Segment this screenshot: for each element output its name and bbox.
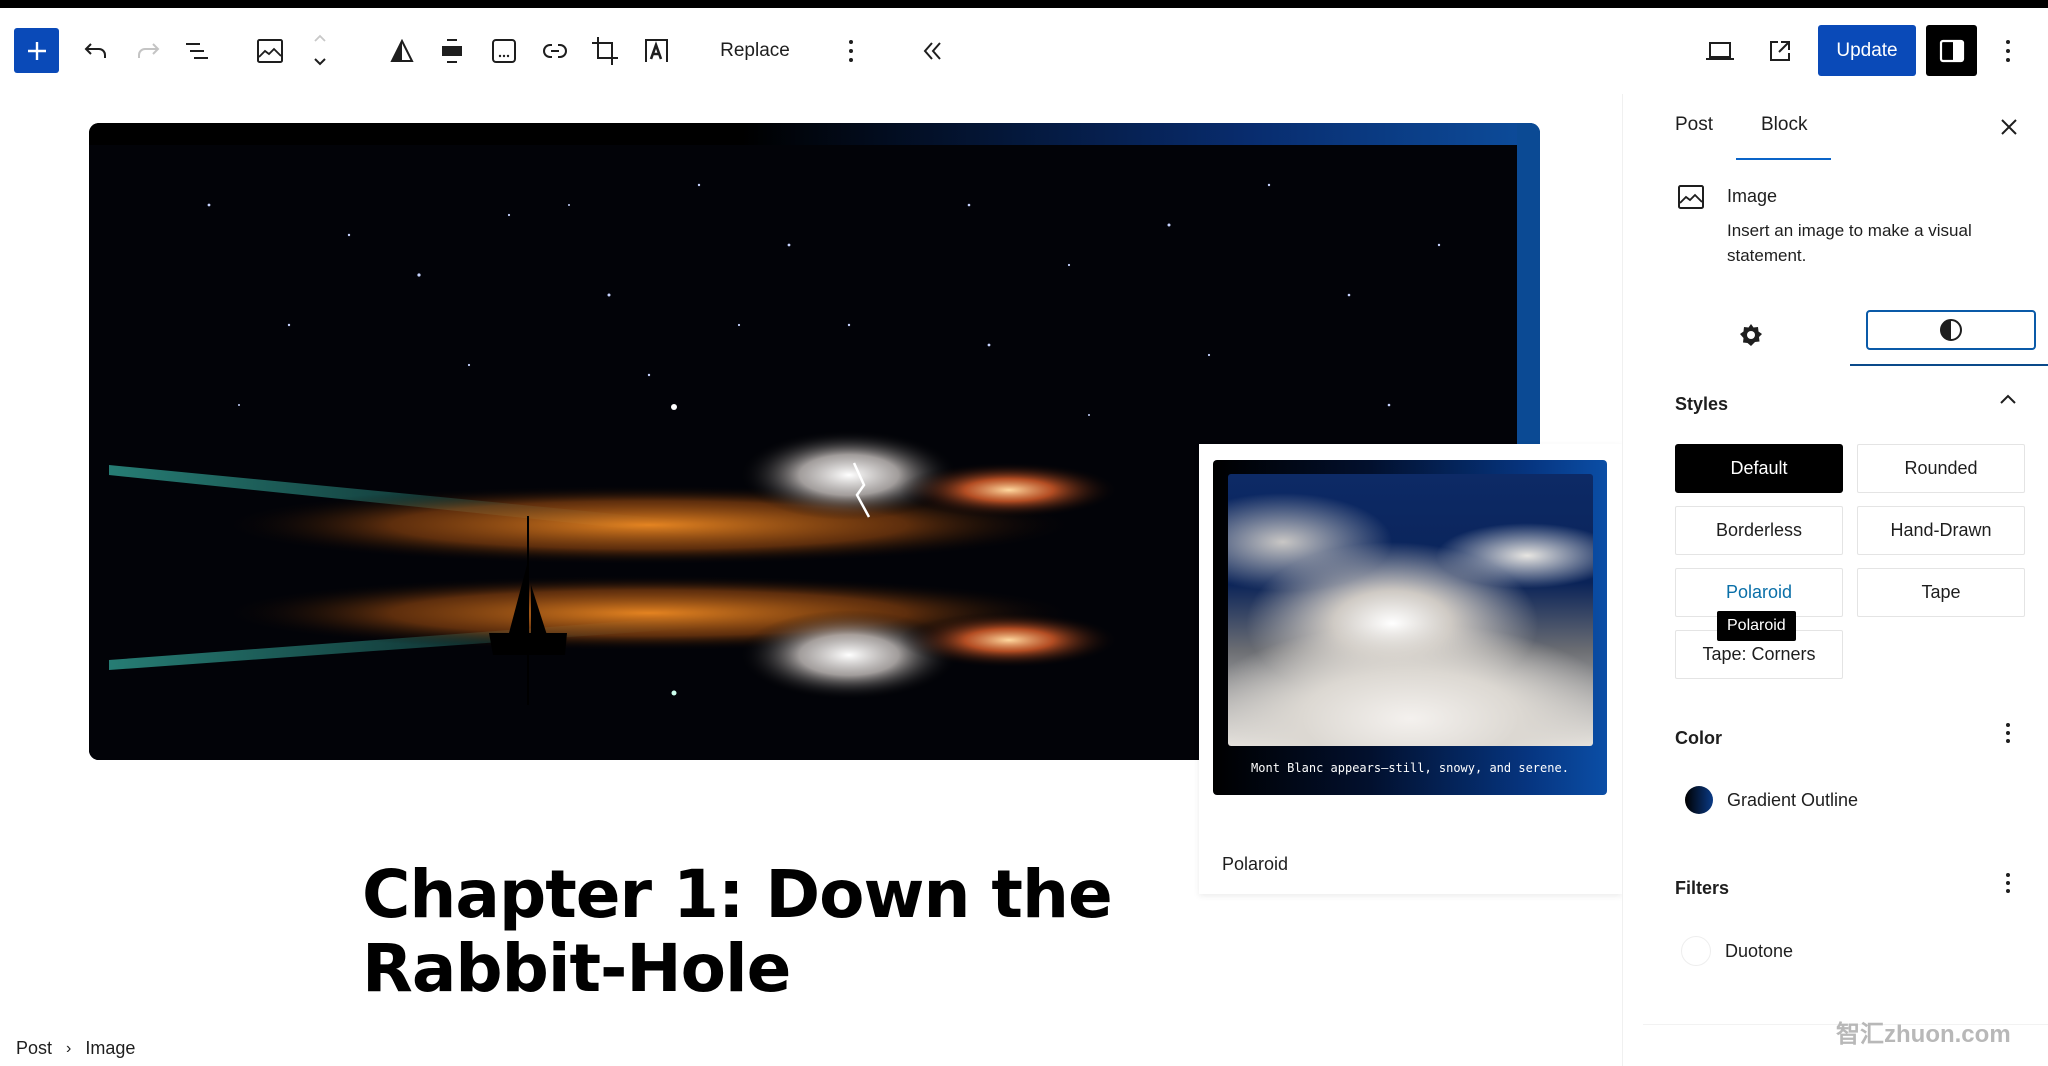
link-button[interactable] (537, 28, 573, 74)
contrast-icon (1940, 319, 1962, 341)
breadcrumb-item-post[interactable]: Post (16, 1038, 52, 1059)
block-inspector-tabs (1623, 310, 2048, 372)
view-post-button[interactable] (1762, 28, 1798, 74)
gear-icon (1740, 324, 1762, 346)
color-gradient-outline[interactable]: Gradient Outline (1685, 786, 1858, 814)
block-icon (1677, 184, 1705, 215)
duotone-button[interactable] (384, 28, 420, 74)
text-overlay-button[interactable] (638, 28, 674, 74)
options-menu-button[interactable] (1996, 28, 2020, 74)
settings-sidebar-toggle[interactable] (1926, 25, 1977, 76)
tab-block[interactable]: Block (1761, 114, 1807, 136)
close-icon (2001, 119, 2017, 135)
options-icon (2006, 40, 2010, 62)
filter-item-label: Duotone (1725, 940, 1794, 961)
caption-icon (492, 39, 516, 63)
undo-button[interactable] (78, 28, 114, 74)
tab-block-settings[interactable] (1736, 320, 1766, 350)
style-tooltip: Polaroid (1717, 611, 1796, 641)
preview-device-button[interactable] (1700, 28, 1740, 74)
preview-caption: Mont Blanc appears—still, snowy, and ser… (1251, 761, 1569, 775)
filter-duotone[interactable]: Duotone (1681, 936, 1793, 966)
styles-section-title: Styles (1675, 394, 1729, 414)
post-heading[interactable]: Chapter 1: Down the Rabbit-Hole (362, 858, 1212, 1006)
move-block-buttons[interactable] (304, 28, 336, 74)
style-default[interactable]: Default (1675, 444, 1843, 493)
more-options-icon (849, 40, 853, 62)
breadcrumb-item-image[interactable]: Image (85, 1038, 135, 1059)
redo-icon (138, 43, 160, 58)
color-item-label: Gradient Outline (1727, 789, 1859, 810)
more-options-icon (2006, 873, 2010, 893)
block-title: Image (1727, 186, 1778, 206)
styles-collapse-button[interactable] (1993, 384, 2023, 414)
style-hand-drawn[interactable]: Hand-Drawn (1857, 506, 2025, 555)
text-overlay-icon (645, 39, 668, 62)
more-options-icon (2006, 723, 2010, 743)
preview-image-mont-blanc (1228, 474, 1593, 746)
settings-sidebar-icon (1939, 39, 1964, 62)
tab-block-styles[interactable] (1866, 310, 2036, 350)
settings-sidebar: Post Block Image Insert an image to make… (1622, 94, 2048, 1066)
collapse-icon (923, 42, 941, 60)
plus-icon (27, 41, 46, 60)
style-tape[interactable]: Tape (1857, 568, 2025, 617)
align-button[interactable] (434, 28, 470, 74)
undo-icon (84, 43, 106, 58)
active-tab-indicator (1736, 158, 1831, 160)
crop-icon (592, 37, 618, 65)
list-view-button[interactable] (179, 28, 215, 74)
duotone-icon (390, 39, 414, 62)
window-top-strip (0, 0, 2048, 8)
editor-toolbar: Replace Update (0, 8, 2048, 94)
preview-image-frame: Mont Blanc appears—still, snowy, and ser… (1213, 460, 1607, 795)
chevron-up-icon (2000, 394, 2016, 404)
view-post-icon (1770, 41, 1790, 61)
filters-section-title: Filters (1675, 878, 1730, 898)
image-icon (1678, 185, 1704, 209)
preview-device-icon (1706, 42, 1734, 60)
collapse-toolbar-button[interactable] (916, 28, 950, 74)
filters-options-button[interactable] (1993, 868, 2023, 898)
block-options-button[interactable] (836, 28, 866, 74)
update-button[interactable]: Update (1818, 25, 1916, 76)
redo-button[interactable] (130, 28, 166, 74)
gradient-swatch-icon (1685, 786, 1713, 814)
breadcrumb-separator: › (66, 1039, 72, 1057)
add-block-button[interactable] (14, 28, 59, 73)
block-description: Insert an image to make a visual stateme… (1727, 221, 1972, 265)
style-rounded[interactable]: Rounded (1857, 444, 2025, 493)
caption-button[interactable] (486, 28, 522, 74)
breadcrumb: Post › Image (16, 1038, 135, 1059)
align-icon (442, 39, 462, 63)
replace-button[interactable]: Replace (712, 28, 798, 74)
link-icon (543, 44, 567, 58)
preview-style-label: Polaroid (1222, 854, 1289, 874)
close-sidebar-button[interactable] (1994, 112, 2024, 142)
style-borderless[interactable]: Borderless (1675, 506, 1843, 555)
gradient-outline-top (89, 123, 1540, 145)
move-up-down-icon (314, 34, 326, 66)
style-preview-popover: Mont Blanc appears—still, snowy, and ser… (1199, 444, 1622, 894)
color-options-button[interactable] (1993, 718, 2023, 748)
style-polaroid[interactable]: Polaroid (1675, 568, 1843, 617)
sidebar-tabs: Post Block (1623, 94, 2048, 162)
duotone-swatch-icon (1681, 936, 1711, 966)
crop-button[interactable] (587, 28, 623, 74)
tab-post[interactable]: Post (1675, 114, 1713, 136)
list-view-icon (186, 43, 208, 59)
color-section-title: Color (1675, 728, 1722, 748)
block-type-image-button[interactable] (252, 28, 288, 74)
active-subtab-indicator (1850, 364, 2048, 366)
watermark: 智汇zhuon.com (1836, 1021, 2011, 1048)
image-icon (257, 39, 283, 63)
